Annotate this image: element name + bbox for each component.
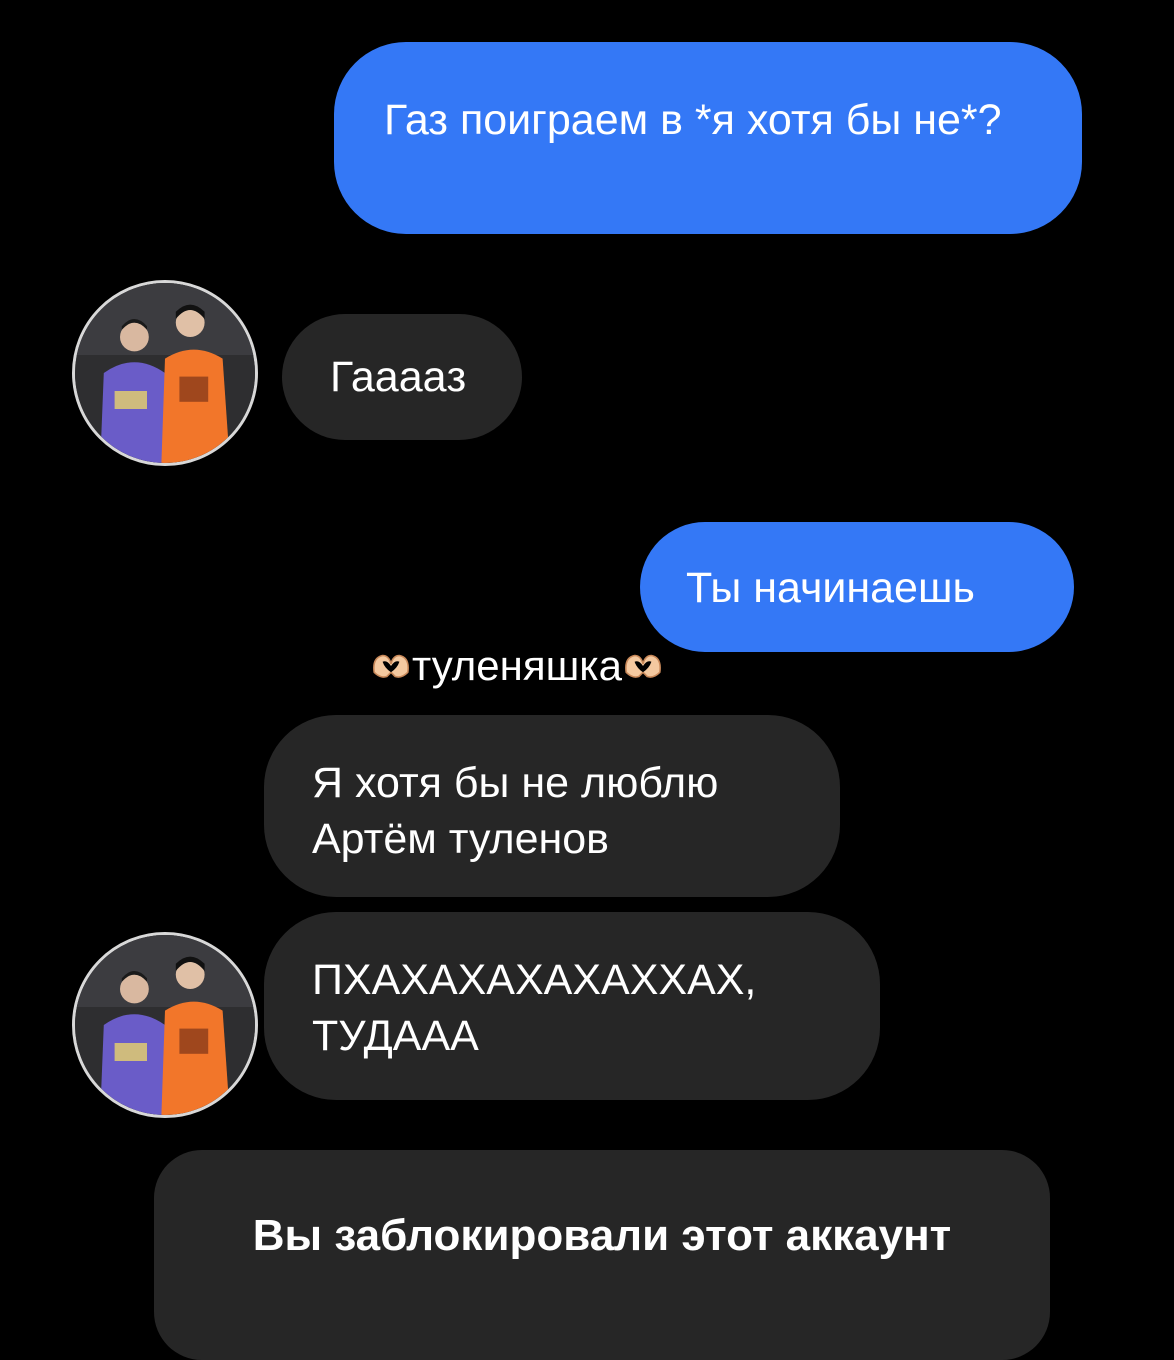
- message-text: Ты начинаешь: [686, 564, 975, 612]
- incoming-message-bubble[interactable]: Я хотя бы не люблю Артём туленов: [264, 715, 840, 897]
- message-text: Я хотя бы не люблю Артём туленов: [312, 759, 719, 863]
- message-text: Гаааaз: [330, 353, 467, 401]
- blocked-notice-text: Вы заблокировали этот аккаунт: [252, 1211, 952, 1260]
- avatar-photo: [75, 283, 255, 463]
- incoming-message-bubble[interactable]: ПХАХАХАХАХАХХАХ, ТУДААА: [264, 912, 880, 1100]
- blocked-account-notice: Вы заблокировали этот аккаунт: [154, 1150, 1050, 1360]
- heart-hands-icon: [373, 654, 409, 678]
- heart-hands-icon: [625, 654, 661, 678]
- contact-avatar[interactable]: [72, 280, 258, 466]
- message-text: ПХАХАХАХАХАХХАХ, ТУДААА: [312, 956, 757, 1060]
- avatar-photo: [75, 935, 255, 1115]
- message-text: Газ поиграем в *я хотя бы не*?: [384, 96, 1002, 144]
- incoming-message-bubble[interactable]: Гаааaз: [282, 314, 522, 440]
- overlay-text: туленяшка: [412, 642, 622, 689]
- outgoing-message-bubble[interactable]: Газ поиграем в *я хотя бы не*?: [334, 42, 1082, 234]
- contact-avatar[interactable]: [72, 932, 258, 1118]
- outgoing-message-bubble[interactable]: Ты начинаешь: [640, 522, 1074, 652]
- caption-overlay: туленяшка: [370, 638, 810, 694]
